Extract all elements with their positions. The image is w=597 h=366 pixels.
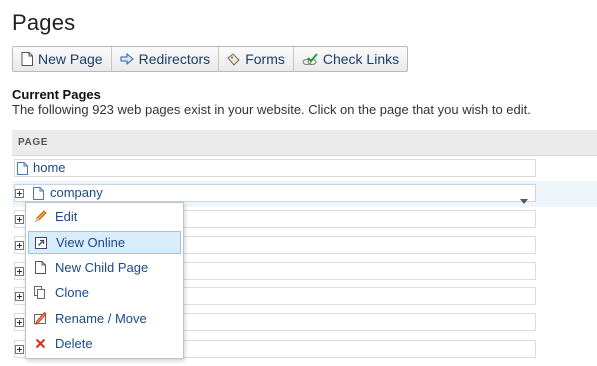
document-icon xyxy=(32,260,48,276)
context-menu: Edit View Online New Child Page Clone Re… xyxy=(25,202,184,359)
menu-item-view-online[interactable]: View Online xyxy=(28,231,181,254)
toolbar: New Page Redirectors Forms Check Links xyxy=(12,46,409,72)
expand-icon[interactable] xyxy=(15,292,24,301)
tag-icon xyxy=(227,52,240,66)
row-box xyxy=(14,159,536,177)
expand-icon[interactable] xyxy=(15,267,24,276)
section-description: The following 923 web pages exist in you… xyxy=(12,102,531,117)
menu-item-new-child-page[interactable]: New Child Page xyxy=(28,256,181,279)
expand-icon[interactable] xyxy=(15,345,24,354)
arrow-right-icon xyxy=(120,53,134,65)
page-title: Pages xyxy=(12,10,76,35)
section-heading: Current Pages xyxy=(12,87,101,102)
menu-item-edit[interactable]: Edit xyxy=(28,205,181,228)
pencil-icon xyxy=(32,209,48,225)
redirectors-button[interactable]: Redirectors xyxy=(112,47,220,71)
check-links-icon xyxy=(302,52,318,66)
document-icon xyxy=(21,52,33,66)
rename-icon xyxy=(32,311,48,327)
menu-item-delete[interactable]: Delete xyxy=(28,332,181,355)
forms-button[interactable]: Forms xyxy=(219,47,294,71)
row-label[interactable]: company xyxy=(50,185,103,200)
expand-icon[interactable] xyxy=(15,215,24,224)
table-row[interactable]: home xyxy=(12,156,597,182)
copy-icon xyxy=(32,285,48,301)
delete-x-icon xyxy=(32,336,48,352)
menu-item-rename-move[interactable]: Rename / Move xyxy=(28,307,181,330)
check-links-button[interactable]: Check Links xyxy=(294,47,407,71)
new-page-button[interactable]: New Page xyxy=(13,47,112,71)
expand-icon[interactable] xyxy=(15,189,24,198)
expand-icon[interactable] xyxy=(15,318,24,327)
external-link-icon xyxy=(33,235,49,251)
expand-icon[interactable] xyxy=(15,241,24,250)
row-label[interactable]: home xyxy=(33,160,66,175)
menu-item-clone[interactable]: Clone xyxy=(28,281,181,304)
column-header-page[interactable]: PAGE xyxy=(12,130,597,156)
page-icon xyxy=(17,162,28,180)
